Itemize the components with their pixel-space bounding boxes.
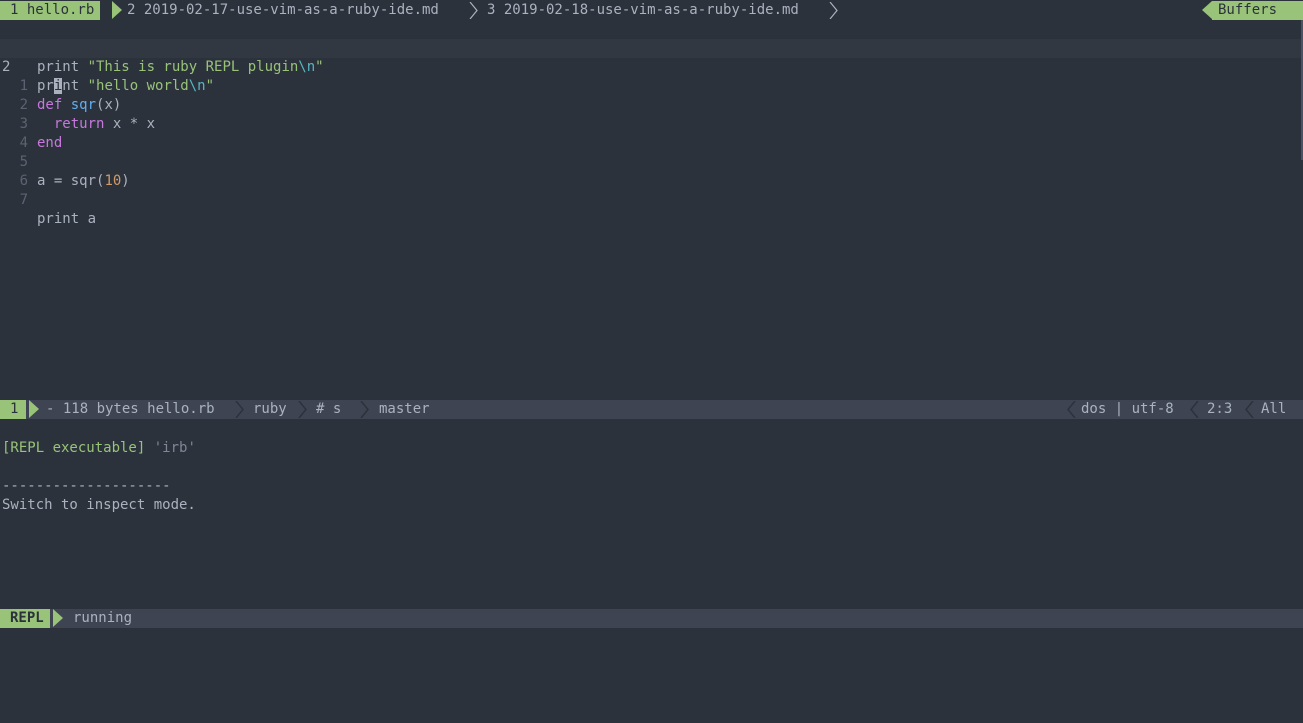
chevron-left-icon (1067, 401, 1076, 418)
tab-active-separator (112, 1, 122, 19)
editor-line: 7 print a (0, 172, 1303, 227)
repl-source-line-current: 2 print "hello world\n" (0, 39, 1303, 94)
repl-state: running (73, 610, 133, 626)
repl-source-line: 1 print "This is ruby REPL plugin\n" (0, 20, 1303, 75)
tab-2019-02-17[interactable]: 2 2019-02-17-use-vim-as-a-ruby-ide.md (127, 1, 439, 20)
editor-line: 2 return x * x (0, 77, 1303, 132)
statusline-separator (53, 609, 63, 627)
statusline: 1 - 118 bytes hello.rb ruby # s master d… (0, 400, 1303, 419)
editor-line: 3 end (0, 96, 1303, 151)
chevron-right-icon (298, 401, 307, 418)
tabline: 1 hello.rb 2 2019-02-17-use-vim-as-a-rub… (0, 1, 1303, 20)
output-text: [REPL executable] 'irb' (2, 440, 196, 456)
chevron-right-icon (829, 2, 838, 19)
repl-mode: REPL (0, 609, 50, 628)
output-line: Switch to inspect mode. (0, 477, 1303, 513)
line-number: 7 (19, 192, 28, 208)
git-branch: master (379, 401, 430, 417)
chevron-left-icon (1190, 401, 1199, 418)
output-text: Switch to inspect mode. (2, 497, 196, 513)
filetype: ruby (253, 401, 287, 417)
output-line: [REPL executable] 'irb' (0, 420, 1303, 456)
window-number: 1 (0, 400, 27, 419)
tab-hello-rb[interactable]: 1 hello.rb (0, 1, 101, 20)
buffers-separator (1202, 1, 1212, 19)
cursor-position: 2:3 (1207, 401, 1233, 417)
file-info: - 118 bytes hello.rb (46, 401, 215, 417)
editor-line: 5 a = sqr(10) (0, 134, 1303, 189)
output-line: -------------------- (0, 458, 1303, 494)
editor-line: 1 def sqr(x) (0, 58, 1303, 113)
tab-2019-02-18[interactable]: 3 2019-02-18-use-vim-as-a-ruby-ide.md (487, 1, 799, 20)
scroll-percent: All (1261, 401, 1287, 417)
repl-statusline: REPL running (0, 609, 1303, 628)
chevron-right-icon (360, 401, 369, 418)
hash-indicator: # s (316, 401, 342, 417)
statusline-separator (29, 400, 39, 418)
file-format: dos | utf-8 (1081, 401, 1174, 417)
code-line[interactable]: print a (37, 210, 96, 229)
chevron-right-icon (235, 401, 244, 418)
buffers-label[interactable]: Buffers (1212, 1, 1303, 20)
editor-line: 4 (0, 115, 1303, 151)
editor-line: 6 (0, 153, 1303, 189)
chevron-right-icon (469, 2, 478, 19)
chevron-left-icon (1245, 401, 1254, 418)
